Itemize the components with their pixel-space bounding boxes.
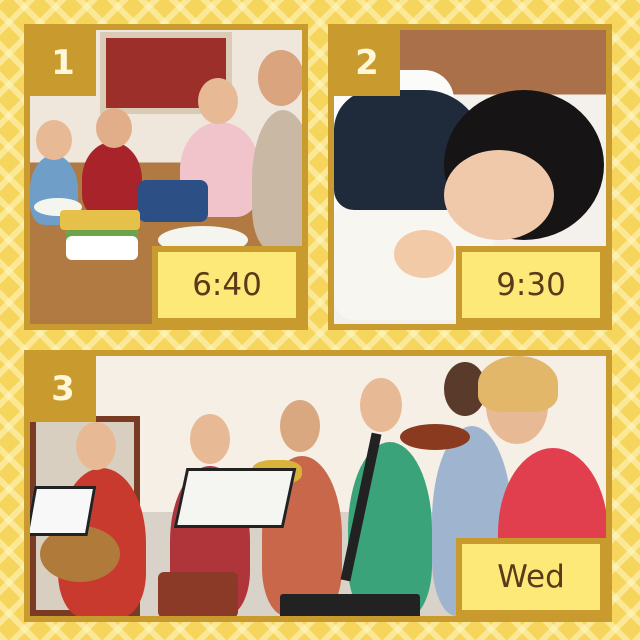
violin <box>400 424 470 450</box>
child-face <box>444 150 554 240</box>
panel-2: 2 9:30 <box>328 24 612 330</box>
photo-family-dinner: 1 6:40 <box>30 30 302 324</box>
music-stand <box>173 468 297 528</box>
panel-3: 3 Wed <box>24 350 612 622</box>
photo-school-band: 3 Wed <box>30 356 606 616</box>
time-label: 9:30 <box>462 252 600 318</box>
time-label-box: Wed <box>456 538 606 616</box>
person-girl <box>82 142 142 217</box>
photo-child-sleeping: 2 9:30 <box>334 30 606 324</box>
time-label: 6:40 <box>158 252 296 318</box>
hair <box>478 356 558 412</box>
panel-1: 1 6:40 <box>24 24 308 330</box>
salad-bowl <box>66 228 138 260</box>
person-father <box>252 110 302 250</box>
panel-number: 1 <box>30 30 96 96</box>
pot <box>138 180 208 222</box>
panel-number: 2 <box>334 30 400 96</box>
panel-number: 3 <box>30 356 96 422</box>
time-label-box: 9:30 <box>456 246 606 324</box>
time-label-box: 6:40 <box>152 246 302 324</box>
music-stand <box>30 486 97 536</box>
time-label: Wed <box>462 544 600 610</box>
child-hand <box>394 230 454 278</box>
dish-tray <box>60 210 140 230</box>
snare-drum <box>158 572 238 616</box>
keyboard <box>280 594 420 616</box>
